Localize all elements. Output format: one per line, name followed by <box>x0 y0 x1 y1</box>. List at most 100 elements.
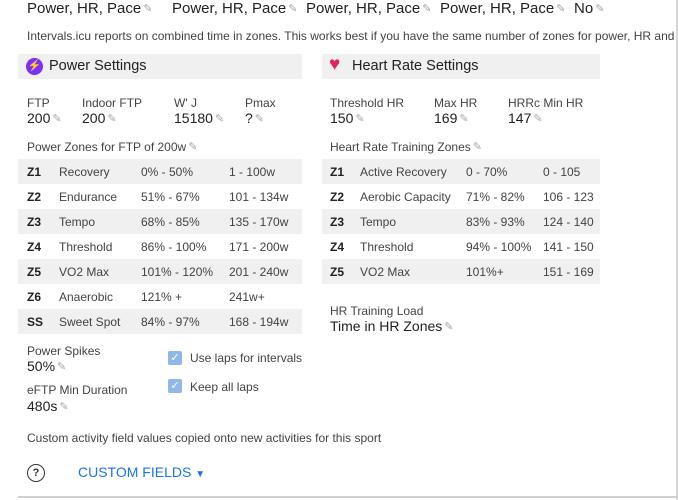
pencil-icon[interactable]: ✎ <box>533 112 542 125</box>
hr-training-load-value: Time in HR Zones <box>330 318 443 334</box>
zone-bpm: 0 - 105 <box>543 165 581 179</box>
eftp-min-duration-value: 480s <box>27 398 58 414</box>
zones-note: Intervals.icu reports on combined time i… <box>27 29 678 43</box>
zone-id: SS <box>27 315 44 329</box>
zone-id: Z3 <box>27 215 42 229</box>
pencil-icon[interactable]: ✎ <box>459 112 468 125</box>
hrrc-min-hr-label: HRRc Min HR <box>508 96 584 110</box>
pencil-icon[interactable]: ✎ <box>355 112 364 125</box>
table-row: Z1 Active Recovery 0 - 70% 0 - 105 <box>322 159 600 184</box>
question-circle-icon[interactable]: ? <box>27 464 45 482</box>
pencil-icon[interactable]: ✎ <box>255 112 264 125</box>
pencil-icon[interactable]: ✎ <box>556 2 565 15</box>
power-spikes-label: Power Spikes <box>27 344 101 358</box>
zone-id: Z5 <box>330 265 345 279</box>
max-hr-label: Max HR <box>434 96 478 110</box>
pencil-icon[interactable]: ✎ <box>215 112 224 125</box>
top-value-3[interactable]: Power, HR, Pace ✎ <box>306 0 431 17</box>
eftp-min-duration-field[interactable]: 480s ✎ <box>27 398 69 414</box>
zone-percent: 101% - 120% <box>141 265 214 279</box>
top-value-5[interactable]: No ✎ <box>574 0 604 17</box>
w-prime-value: 15180 <box>174 110 213 126</box>
table-row: Z1 Recovery 0% - 50% 1 - 100w <box>18 159 302 184</box>
zone-name: Tempo <box>360 215 397 229</box>
pencil-icon[interactable]: ✎ <box>52 112 61 125</box>
power-spikes-value: 50% <box>27 358 56 374</box>
custom-fields-button[interactable]: CUSTOM FIELDS ▼ <box>78 464 205 480</box>
pmax-value: ? <box>245 110 253 126</box>
pencil-icon[interactable]: ✎ <box>57 360 66 373</box>
hrrc-min-hr-field[interactable]: 147 ✎ <box>508 110 543 126</box>
pencil-icon[interactable]: ✎ <box>107 112 116 125</box>
table-row: Z6 Anaerobic 121% + 241w+ <box>18 284 302 309</box>
zone-percent: 101%+ <box>466 265 504 279</box>
top-value-2[interactable]: Power, HR, Pace ✎ <box>172 0 297 17</box>
top-value-text: Power, HR, Pace <box>440 0 555 17</box>
panel-bottom-border <box>18 496 678 498</box>
keep-all-laps-checkbox[interactable]: ✓ <box>168 379 182 393</box>
pmax-field[interactable]: ? ✎ <box>245 110 264 126</box>
power-zones-title[interactable]: Power Zones for FTP of 200w ✎ <box>27 140 197 154</box>
indoor-ftp-field[interactable]: 200 ✎ <box>82 110 117 126</box>
zone-percent: 86% - 100% <box>141 240 207 254</box>
zone-id: Z4 <box>330 240 345 254</box>
table-row: Z4 Threshold 86% - 100% 171 - 200w <box>18 234 302 259</box>
zone-watts: 171 - 200w <box>229 240 289 254</box>
max-hr-field[interactable]: 169 ✎ <box>434 110 469 126</box>
zone-id: Z2 <box>27 190 42 204</box>
zone-percent: 71% - 82% <box>466 190 525 204</box>
pencil-icon[interactable]: ✎ <box>422 2 431 15</box>
pencil-icon[interactable]: ✎ <box>188 140 197 153</box>
heart-icon: ♥ <box>329 54 341 75</box>
hr-training-load-field[interactable]: Time in HR Zones ✎ <box>330 318 454 334</box>
indoor-ftp-label: Indoor FTP <box>82 96 143 110</box>
table-row: Z2 Endurance 51% - 67% 101 - 134w <box>18 184 302 209</box>
hr-zones-title-text: Heart Rate Training Zones <box>330 140 471 154</box>
zone-name: VO2 Max <box>59 265 110 279</box>
zone-watts: 241w+ <box>229 290 265 304</box>
zone-name: Recovery <box>59 165 110 179</box>
zone-name: Sweet Spot <box>59 315 121 329</box>
table-row: Z4 Threshold 94% - 100% 141 - 150 <box>322 234 600 259</box>
table-row: Z5 VO2 Max 101% - 120% 201 - 240w <box>18 259 302 284</box>
heart-rate-settings-header: ♥ Heart Rate Settings <box>322 54 600 79</box>
pencil-icon[interactable]: ✎ <box>288 2 297 15</box>
power-settings-header: ⚡ Power Settings <box>18 54 302 79</box>
top-value-1[interactable]: Power, HR, Pace ✎ <box>27 0 152 17</box>
pencil-icon[interactable]: ✎ <box>143 2 152 15</box>
power-settings-title: Power Settings <box>49 58 147 74</box>
use-laps-checkbox[interactable]: ✓ <box>168 351 182 365</box>
power-zones-title-text: Power Zones for FTP of 200w <box>27 140 187 154</box>
zone-watts: 201 - 240w <box>229 265 289 279</box>
w-prime-field[interactable]: 15180 ✎ <box>174 110 224 126</box>
w-prime-label: W' J <box>174 96 197 110</box>
table-row: Z5 VO2 Max 101%+ 151 - 169 <box>322 259 600 284</box>
power-spikes-field[interactable]: 50% ✎ <box>27 358 66 374</box>
pencil-icon[interactable]: ✎ <box>444 320 453 333</box>
ftp-field[interactable]: 200 ✎ <box>27 110 62 126</box>
zone-id: Z1 <box>330 165 345 179</box>
zone-bpm: 106 - 123 <box>543 190 594 204</box>
eftp-min-duration-label: eFTP Min Duration <box>27 383 128 397</box>
pencil-icon[interactable]: ✎ <box>473 140 482 153</box>
zone-id: Z4 <box>27 240 42 254</box>
zone-name: Threshold <box>59 240 113 254</box>
pencil-icon[interactable]: ✎ <box>595 2 604 15</box>
zone-percent: 83% - 93% <box>466 215 525 229</box>
zone-percent: 68% - 85% <box>141 215 200 229</box>
top-value-text: Power, HR, Pace <box>172 0 287 17</box>
zone-percent: 84% - 97% <box>141 315 200 329</box>
zone-id: Z1 <box>27 165 42 179</box>
ftp-value: 200 <box>27 110 51 126</box>
hr-zones-title[interactable]: Heart Rate Training Zones ✎ <box>330 140 482 154</box>
table-row: Z2 Aerobic Capacity 71% - 82% 106 - 123 <box>322 184 600 209</box>
zone-bpm: 141 - 150 <box>543 240 594 254</box>
pencil-icon[interactable]: ✎ <box>59 400 68 413</box>
zone-percent: 94% - 100% <box>466 240 532 254</box>
zone-bpm: 124 - 140 <box>543 215 594 229</box>
indoor-ftp-value: 200 <box>82 110 106 126</box>
zone-watts: 101 - 134w <box>229 190 289 204</box>
threshold-hr-field[interactable]: 150 ✎ <box>330 110 365 126</box>
top-value-text: Power, HR, Pace <box>27 0 142 17</box>
top-value-4[interactable]: Power, HR, Pace ✎ <box>440 0 565 17</box>
